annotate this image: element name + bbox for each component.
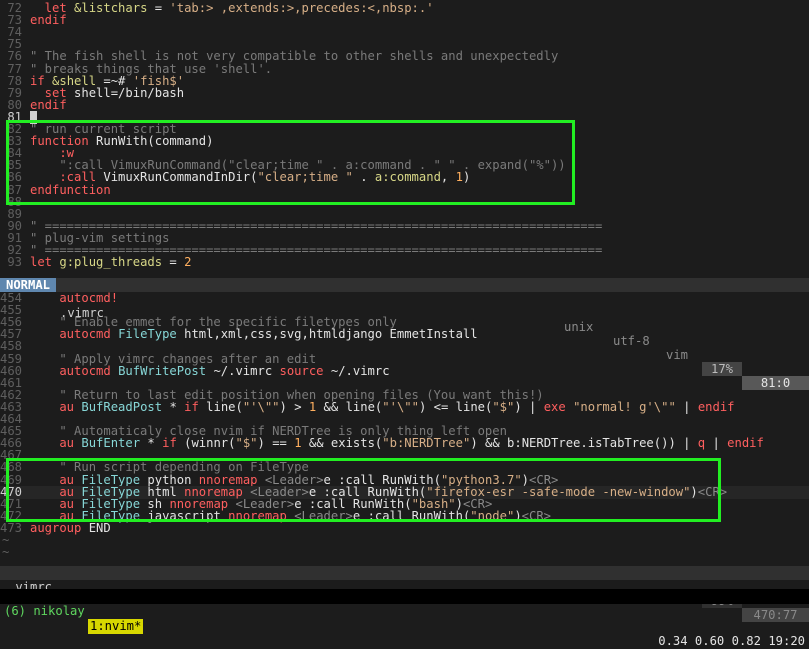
- code-text: endif: [30, 97, 67, 112]
- code-token: endif: [727, 436, 764, 451]
- code-text: endif: [30, 14, 67, 27]
- code-token: endif: [30, 97, 67, 112]
- code-token: autocmd: [30, 327, 119, 342]
- bottom-status-line: .vimrc 99% 470:77: [0, 566, 809, 622]
- code-token: endif: [30, 13, 67, 28]
- code-token: au: [30, 399, 82, 414]
- code-text: autocmd!: [30, 292, 118, 305]
- code-token: =: [147, 1, 170, 15]
- code-token: if: [184, 399, 207, 414]
- code-token: =: [162, 255, 185, 270]
- code-text: autocmd FileType html,xml,css,svg,htmldj…: [30, 327, 478, 342]
- code-token: shell=/bin/bash: [74, 85, 185, 100]
- code-token: 'tab:> ,extends:>,precedes:<,nbsp:.': [169, 1, 434, 15]
- code-token: |: [675, 399, 698, 414]
- code-token: let: [30, 255, 60, 270]
- code-token: 2: [184, 255, 192, 270]
- tmux-window-tab[interactable]: 1:nvim*: [88, 619, 144, 634]
- code-text: autocmd BufWritePost ~/.vimrc source ~/.…: [30, 363, 390, 378]
- code-token: "normal! g'\"": [573, 399, 676, 414]
- code-token: *: [169, 399, 185, 414]
- top-status-line: NORMAL .vimrc unix utf-8 vim 17% 81:0: [0, 278, 809, 390]
- code-line[interactable]: 457 autocmd FileType html,xml,css,svg,ht…: [0, 328, 809, 341]
- code-line[interactable]: 79 set shell=/bin/bash: [0, 85, 809, 100]
- code-token: autocmd: [30, 363, 119, 378]
- code-text: au BufReadPost * if line("'\"") > 1 && l…: [30, 399, 735, 414]
- bottom-editor-pane[interactable]: 454 autocmd! 455 456 " Enable emmet for th…: [0, 292, 809, 566]
- empty-line-marker: ~: [2, 545, 10, 560]
- code-token: if: [162, 436, 185, 451]
- code-token: g:plug_threads: [59, 255, 163, 270]
- highlight-box-filetype-mappings: [6, 458, 721, 522]
- code-token: ) >: [279, 399, 309, 414]
- code-token: "b:NERDTree": [382, 436, 471, 451]
- code-token: ) <= line(: [418, 399, 493, 414]
- code-token: BufEnter: [81, 436, 148, 451]
- code-token: && line(: [316, 399, 383, 414]
- code-token: (winnr(: [184, 436, 236, 451]
- code-token: exe: [543, 399, 574, 414]
- code-token: html,xml,css,svg,htmldjango EmmetInstall: [184, 327, 478, 342]
- code-line[interactable]: 473 augroup END: [0, 520, 809, 535]
- code-token: END: [88, 520, 111, 535]
- code-token: FileType: [118, 327, 185, 342]
- code-token: 1: [294, 436, 302, 451]
- code-token: line(: [206, 399, 243, 414]
- code-token: ) ==: [257, 436, 295, 451]
- code-token: ) |: [514, 399, 544, 414]
- code-token: au: [30, 436, 82, 451]
- code-line[interactable]: ~: [0, 546, 809, 559]
- status-position: 470:77: [742, 608, 809, 622]
- code-line[interactable]: 460 autocmd BufWritePost ~/.vimrc source…: [0, 363, 809, 378]
- code-token: autocmd!: [30, 291, 119, 305]
- code-token: source: [279, 363, 331, 378]
- code-token: |: [705, 436, 728, 451]
- code-token: endif: [697, 399, 735, 414]
- code-line[interactable]: 466 au BufEnter * if (winnr("$") == 1 &&…: [0, 437, 809, 450]
- code-token: && exists(: [301, 436, 383, 451]
- code-line[interactable]: 73 endif: [0, 14, 809, 27]
- tmux-status-bar: (6) nikolay 1:nvim* 0.34 0.60 0.82 19:20: [0, 589, 809, 648]
- code-text: let &listchars = 'tab:> ,extends:>,prece…: [30, 2, 434, 15]
- code-line[interactable]: ~: [0, 534, 809, 547]
- code-text: augroup END: [30, 520, 111, 535]
- code-token: ~/.vimrc: [330, 363, 390, 378]
- code-line[interactable]: 74: [0, 26, 809, 39]
- mode-indicator: NORMAL: [0, 278, 57, 292]
- line-number: 93: [7, 255, 22, 270]
- code-line[interactable]: 93 let g:plug_threads = 2: [0, 256, 809, 269]
- highlight-box-runwith-function: [6, 120, 575, 205]
- code-token: "$": [235, 436, 258, 451]
- code-token: BufWritePost: [118, 363, 214, 378]
- code-token: augroup: [30, 520, 89, 535]
- code-token: *: [147, 436, 163, 451]
- code-line[interactable]: 80 endif: [0, 97, 809, 112]
- code-token: ) && b:NERDTree.isTabTree()) |: [470, 436, 698, 451]
- code-token: "$": [492, 399, 515, 414]
- tmux-clock: 19:20: [768, 634, 805, 648]
- code-token: "'\"": [242, 399, 280, 414]
- tmux-load-average: 0.34 0.60 0.82: [658, 634, 761, 648]
- code-line[interactable]: 72 let &listchars = 'tab:> ,extends:>,pr…: [0, 2, 809, 15]
- code-token: ~/.vimrc: [213, 363, 280, 378]
- code-line[interactable]: 463 au BufReadPost * if line("'\"") > 1 …: [0, 399, 809, 414]
- tmux-right-status: 0.34 0.60 0.82 19:20: [658, 634, 805, 649]
- tmux-session[interactable]: (6) nikolay: [4, 604, 85, 619]
- code-text: let g:plug_threads = 2: [30, 256, 191, 269]
- code-token: &listchars: [74, 1, 148, 15]
- code-line[interactable]: 454 autocmd!: [0, 292, 809, 305]
- code-text: au BufEnter * if (winnr("$") == 1 && exi…: [30, 437, 764, 450]
- code-token: BufReadPost: [81, 399, 170, 414]
- code-token: "'\"": [382, 399, 419, 414]
